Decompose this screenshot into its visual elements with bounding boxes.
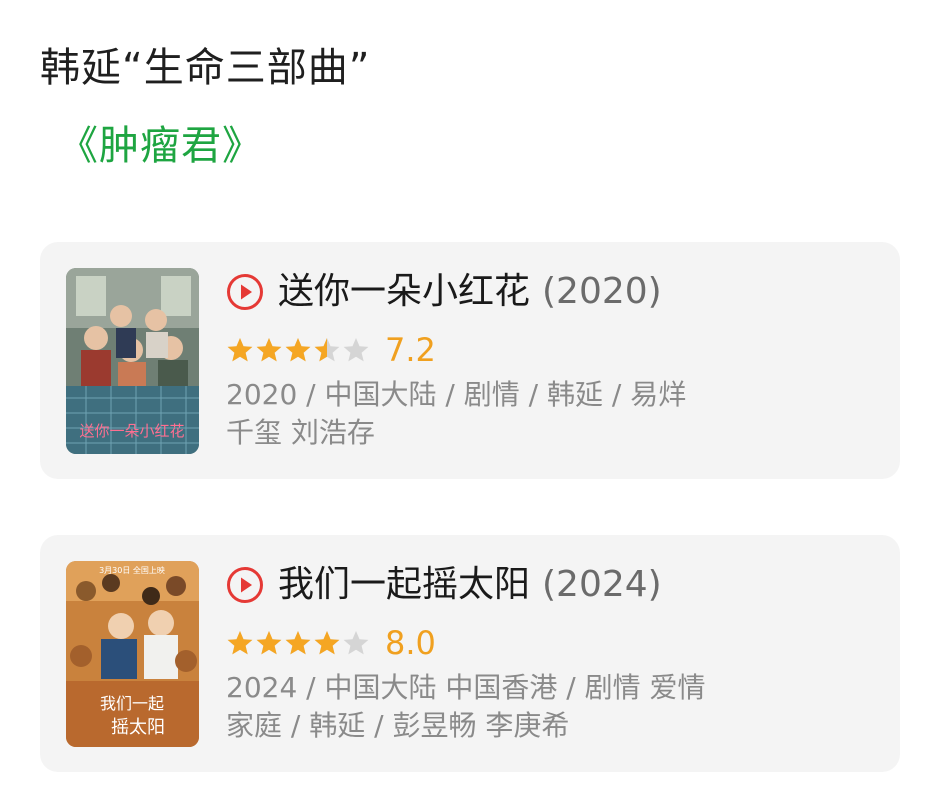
movie-poster[interactable]: 我们一起 摇太阳 3月30日 全国上映 — [66, 561, 199, 747]
movie-year: (2024) — [542, 564, 662, 605]
movie-link-zhongliujun[interactable]: 《肿瘤君》 — [58, 118, 263, 174]
movie-card[interactable]: 送你一朵小红花 送你一朵小红花 (2020) 7.2 2020 / 中国大陆 /… — [40, 242, 900, 479]
star-icon — [285, 338, 311, 362]
star-icon — [285, 631, 311, 655]
star-icon — [227, 631, 253, 655]
rating-row: 7.2 — [226, 330, 436, 370]
rating-row: 8.0 — [226, 623, 436, 663]
star-icon — [227, 338, 253, 362]
movie-card[interactable]: 我们一起 摇太阳 3月30日 全国上映 我们一起摇太阳 (2024) 8.0 2… — [40, 535, 900, 772]
page-heading: 韩延“生命三部曲” — [40, 45, 371, 91]
svg-text:送你一朵小红花: 送你一朵小红花 — [79, 422, 184, 440]
movie-title[interactable]: 送你一朵小红花 — [278, 270, 530, 314]
rating-score: 8.0 — [385, 624, 436, 662]
star-icon — [314, 338, 340, 362]
movie-year: (2020) — [542, 271, 662, 312]
movie-meta: 2020 / 中国大陆 / 剧情 / 韩延 / 易烊千玺 刘浩存 — [226, 378, 687, 449]
star-icon — [343, 631, 369, 655]
rating-score: 7.2 — [385, 331, 436, 369]
star-icon — [343, 338, 369, 362]
star-icon — [314, 631, 340, 655]
svg-text:摇太阳: 摇太阳 — [111, 717, 165, 738]
movie-poster-image: 送你一朵小红花 — [66, 268, 199, 454]
star-icon — [256, 631, 282, 655]
star-icon — [256, 338, 282, 362]
movie-poster-image: 我们一起 摇太阳 3月30日 全国上映 — [66, 561, 199, 747]
movie-title[interactable]: 我们一起摇太阳 — [278, 563, 530, 607]
play-icon[interactable] — [226, 273, 264, 311]
movie-meta: 2024 / 中国大陆 中国香港 / 剧情 爱情 家庭 / 韩延 / 彭昱畅 李… — [226, 671, 706, 742]
star-rating — [226, 336, 371, 364]
svg-text:我们一起: 我们一起 — [100, 694, 164, 713]
movie-poster[interactable]: 送你一朵小红花 — [66, 268, 199, 454]
star-rating — [226, 629, 371, 657]
svg-text:3月30日 全国上映: 3月30日 全国上映 — [99, 565, 165, 575]
play-icon[interactable] — [226, 566, 264, 604]
